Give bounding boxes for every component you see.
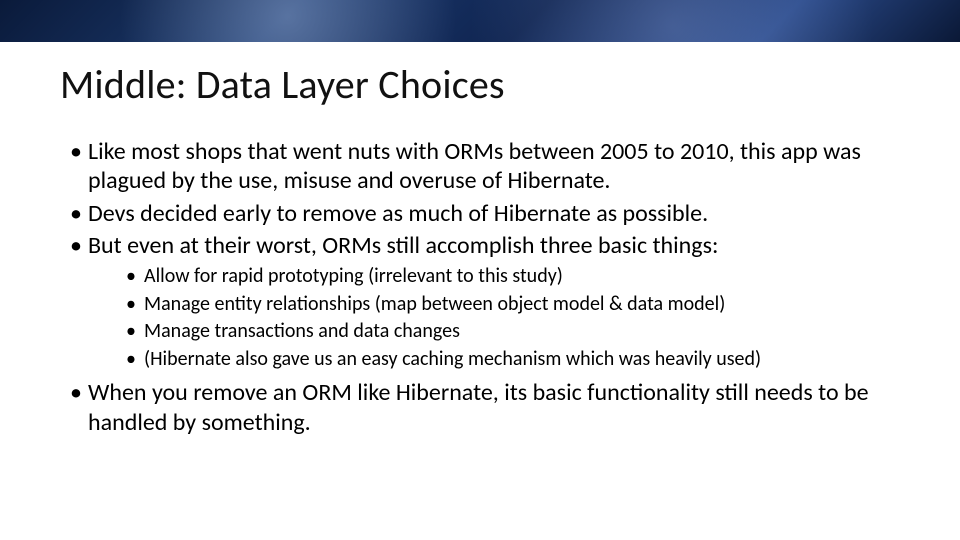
bullet-text: Like most shops that went nuts with ORMs… — [88, 137, 861, 195]
bullet-text: Allow for rapid prototyping (irrelevant … — [144, 264, 563, 288]
list-item: Like most shops that went nuts with ORMs… — [70, 137, 900, 196]
list-item: When you remove an ORM like Hibernate, i… — [70, 378, 900, 437]
slide-title: Middle: Data Layer Choices — [60, 60, 900, 109]
list-item: Manage entity relationships (map between… — [126, 292, 900, 318]
sub-bullet-list: Allow for rapid prototyping (irrelevant … — [126, 264, 900, 372]
slide-content: Middle: Data Layer Choices Like most sho… — [0, 42, 960, 437]
bullet-text: (Hibernate also gave us an easy caching … — [144, 347, 761, 371]
list-item: Devs decided early to remove as much of … — [70, 199, 900, 228]
list-item: But even at their worst, ORMs still acco… — [70, 231, 900, 373]
decorative-banner — [0, 0, 960, 42]
bullet-text: Manage transactions and data changes — [144, 319, 460, 343]
bullet-text: But even at their worst, ORMs still acco… — [88, 231, 718, 260]
bullet-text: When you remove an ORM like Hibernate, i… — [88, 378, 869, 436]
bullet-text: Devs decided early to remove as much of … — [88, 199, 708, 228]
list-item: (Hibernate also gave us an easy caching … — [126, 347, 900, 373]
bullet-list: Like most shops that went nuts with ORMs… — [70, 137, 900, 437]
list-item: Manage transactions and data changes — [126, 319, 900, 345]
bullet-text: Manage entity relationships (map between… — [144, 292, 725, 316]
list-item: Allow for rapid prototyping (irrelevant … — [126, 264, 900, 290]
